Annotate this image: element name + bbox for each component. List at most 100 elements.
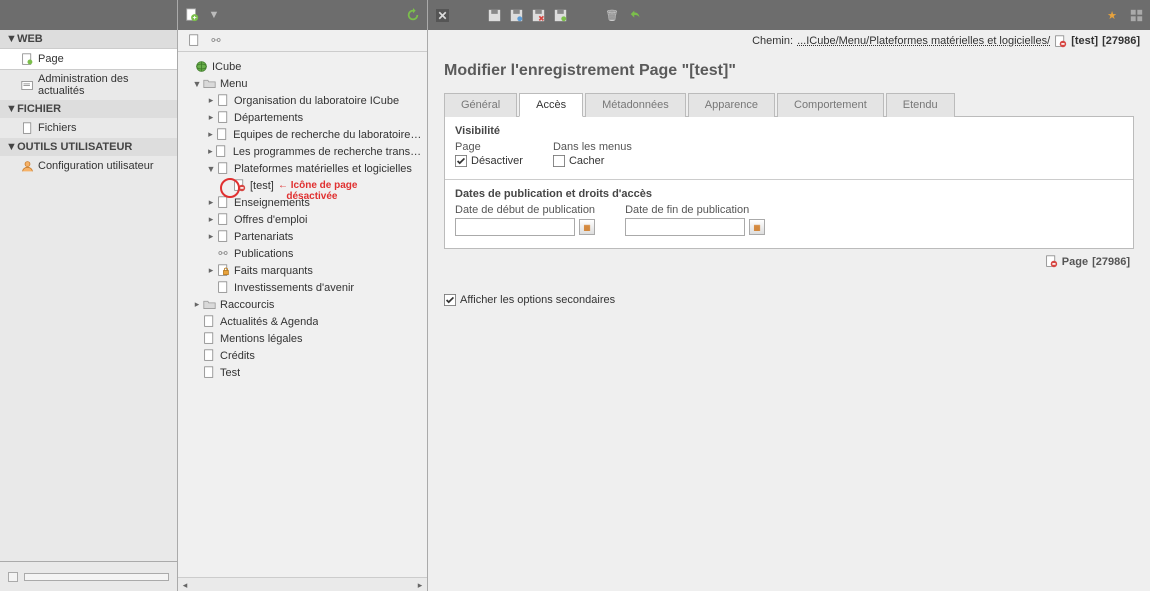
path-link[interactable]: ...ICube/Menu/Plateformes matérielles et… [797, 35, 1050, 47]
bookmark-icon[interactable]: ★ [1104, 7, 1120, 23]
tree-item[interactable]: ▸ Les programmes de recherche transversa… [178, 143, 427, 160]
nav-item-news[interactable]: Administration des actualités [0, 70, 177, 100]
tree-label: Actualités & Agenda [220, 316, 318, 328]
collapse-icon[interactable] [8, 572, 18, 582]
tree-label: Partenariats [234, 231, 293, 243]
close-icon[interactable] [434, 7, 450, 23]
page-title: Modifier l'enregistrement Page "[test]" [444, 62, 1134, 80]
tab-etendu[interactable]: Etendu [886, 93, 955, 117]
locked-page-icon [216, 264, 230, 278]
fieldset-legend: Visibilité [455, 125, 1123, 137]
tree-label: Départements [234, 112, 303, 124]
tree-item[interactable]: ▸ Départements [178, 109, 427, 126]
nav-item-page[interactable]: Page [0, 48, 177, 70]
tree-label: Offres d'emploi [234, 214, 307, 226]
end-date-input[interactable] [625, 218, 745, 236]
page-icon [202, 349, 216, 363]
tree-item[interactable]: Test [178, 364, 427, 381]
page-icon [215, 145, 229, 159]
tree-item-faits[interactable]: ▸ Faits marquants [178, 262, 427, 279]
path-page: [test] [1071, 35, 1098, 47]
filter-icon[interactable]: ▼ [206, 7, 222, 23]
tree-body: ICube ▼ Menu ▸ Organisation du laboratoi… [178, 52, 427, 577]
tree-root[interactable]: ICube [178, 58, 427, 75]
tree-label: Raccourcis [220, 299, 274, 311]
page-icon[interactable] [186, 33, 202, 49]
page-icon [202, 315, 216, 329]
tab-apparence[interactable]: Apparence [688, 93, 775, 117]
nav-section-web[interactable]: ▼ WEB [0, 30, 177, 48]
save-new-icon[interactable] [552, 7, 568, 23]
shortcut-icon[interactable] [1128, 7, 1144, 23]
tab-accès[interactable]: Accès [519, 93, 583, 117]
page-icon [215, 128, 229, 142]
tree-item[interactable]: Mentions légales [178, 330, 427, 347]
tree-hscroll[interactable]: ◂▸ [178, 577, 427, 591]
calendar-icon[interactable]: ▦ [749, 219, 765, 235]
module-sidebar: ▼ WEB Page Administration des actualités… [0, 0, 178, 591]
editor-toolbar: 🗑 ★ [428, 0, 1150, 30]
checkbox-label: Cacher [569, 155, 604, 167]
nav-section-usertools[interactable]: ▼ OUTILS UTILISATEUR [0, 138, 177, 156]
breadcrumb: Chemin: ...ICube/Menu/Plateformes matéri… [428, 30, 1150, 52]
tree-label: Publications [234, 248, 293, 260]
save-view-icon[interactable] [508, 7, 524, 23]
tree-item[interactable]: ▸ Equipes de recherche du laboratoire IC… [178, 126, 427, 143]
save-icon[interactable] [486, 7, 502, 23]
page-tree: ▼ ⚯ ICube ▼ Menu ▸ Organisation du labor… [178, 0, 428, 591]
link-icon: ⚯ [216, 247, 230, 261]
tab-bar: GénéralAccèsMétadonnéesApparenceComporte… [444, 92, 1134, 117]
path-label: Chemin: [752, 35, 793, 47]
tree-item[interactable]: ▸ Offres d'emploi [178, 211, 427, 228]
tree-item[interactable]: ▸ Partenariats [178, 228, 427, 245]
tree-item-raccourcis[interactable]: ▸ Raccourcis [178, 296, 427, 313]
refresh-icon[interactable] [405, 7, 421, 23]
footer-id: [27986] [1092, 256, 1130, 268]
delete-icon[interactable]: 🗑 [604, 7, 620, 23]
disable-checkbox[interactable]: Désactiver [455, 155, 523, 167]
page-icon [216, 196, 230, 210]
tree-item[interactable]: Actualités & Agenda [178, 313, 427, 330]
undo-icon[interactable] [628, 7, 644, 23]
start-date-input[interactable] [455, 218, 575, 236]
tree-toolbar: ▼ [178, 0, 427, 30]
tree-item-invest[interactable]: Investissements d'avenir [178, 279, 427, 296]
visibility-fieldset: Visibilité Page Désactiver Dans les menu… [445, 117, 1133, 180]
tree-item[interactable]: Crédits [178, 347, 427, 364]
nav-item-label: Administration des actualités [38, 73, 171, 97]
path-id: [27986] [1102, 35, 1140, 47]
tree-item-publications[interactable]: ⚯ Publications [178, 245, 427, 262]
tab-général[interactable]: Général [444, 93, 517, 117]
link-icon[interactable]: ⚯ [208, 33, 224, 49]
save-close-icon[interactable] [530, 7, 546, 23]
field-label: Dans les menus [553, 141, 632, 153]
sidebar-bottom [0, 561, 177, 591]
page-icon [216, 162, 230, 176]
nav-item-files[interactable]: Fichiers [0, 118, 177, 138]
hide-checkbox[interactable]: Cacher [553, 155, 632, 167]
publication-fieldset: Dates de publication et droits d'accès D… [445, 180, 1133, 248]
page-icon [216, 281, 230, 295]
status-bar [24, 573, 169, 581]
tab-comportement[interactable]: Comportement [777, 93, 884, 117]
page-icon [216, 94, 230, 108]
nav-item-label: Page [38, 53, 64, 65]
calendar-icon[interactable]: ▦ [579, 219, 595, 235]
page-icon [20, 52, 34, 66]
tree-item[interactable]: ▸ Organisation du laboratoire ICube [178, 92, 427, 109]
page-icon [216, 230, 230, 244]
globe-icon [194, 60, 208, 74]
tab-panel: Visibilité Page Désactiver Dans les menu… [444, 117, 1134, 249]
tree-label: Plateformes matérielles et logicielles [234, 163, 412, 175]
nav-section-file[interactable]: ▼ FICHIER [0, 100, 177, 118]
tab-métadonnées[interactable]: Métadonnées [585, 93, 686, 117]
new-page-icon[interactable] [184, 7, 200, 23]
tree-label: Mentions légales [220, 333, 303, 345]
file-icon [20, 121, 34, 135]
secondary-options-checkbox[interactable]: Afficher les options secondaires [444, 294, 1134, 306]
field-label: Page [455, 141, 523, 153]
tree-label: Investissements d'avenir [234, 282, 354, 294]
tree-item-menu[interactable]: ▼ Menu [178, 75, 427, 92]
nav-item-userconfig[interactable]: Configuration utilisateur [0, 156, 177, 176]
tree-item[interactable]: ▼ Plateformes matérielles et logicielles [178, 160, 427, 177]
